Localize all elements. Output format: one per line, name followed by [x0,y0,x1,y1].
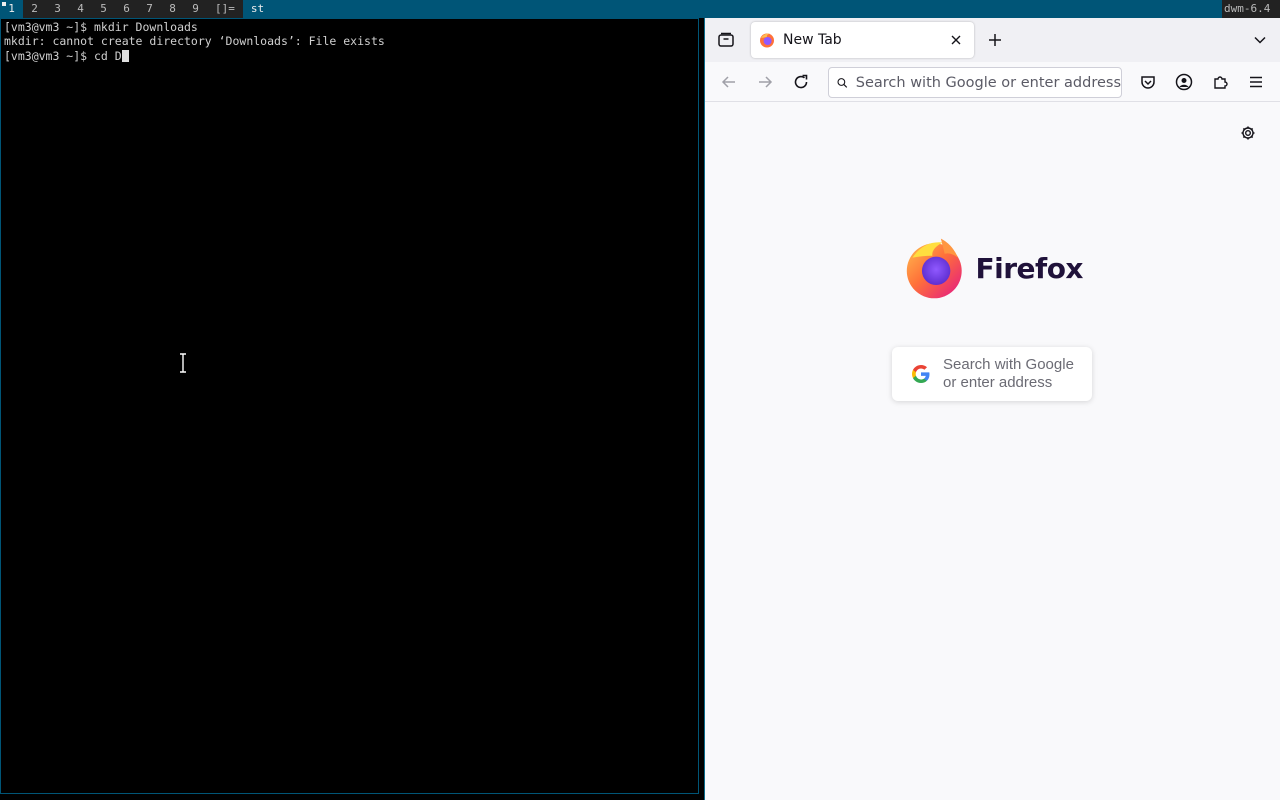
personalize-button[interactable] [1235,120,1261,146]
terminal-line: mkdir: cannot create directory ‘Download… [4,34,385,49]
new-tab-page: Firefox Search with Google or enter addr… [705,102,1280,800]
occupied-indicator [2,2,6,6]
pocket-button[interactable] [1134,68,1162,96]
reload-button[interactable] [787,68,815,96]
hamburger-menu-icon [1250,76,1262,88]
tag-label: 6 [123,2,130,15]
terminal-prompt-line[interactable]: [vm3@vm3 ~]$ cd D [1,49,698,63]
arrow-right-icon [759,76,773,88]
tag-label: 8 [169,2,176,15]
tag-label: 5 [100,2,107,15]
firefox-wordmark: Firefox [975,251,1083,285]
tag-6[interactable]: 6 [115,0,138,18]
tag-label: 4 [77,2,84,15]
terminal-line-text: [vm3@vm3 ~]$ cd D [4,48,122,63]
ibeam-cursor-icon [180,353,186,373]
tab-strip: New Tab [705,18,1280,62]
terminal-window[interactable]: [vm3@vm3 ~]$ mkdir Downloads mkdir: cann… [0,18,699,794]
extensions-button[interactable] [1206,68,1234,96]
layout-symbol[interactable]: []= [207,0,243,18]
url-bar[interactable]: Search with Google or enter address [828,67,1122,98]
chevron-down-icon [1254,36,1266,44]
tag-label: 9 [192,2,199,15]
tag-label: 2 [31,2,38,15]
new-tab-button[interactable] [981,26,1009,54]
new-tab-search-box[interactable]: Search with Google or enter address [892,347,1092,401]
tag-3[interactable]: 3 [46,0,69,18]
terminal-line: [vm3@vm3 ~]$ mkdir Downloads [4,20,198,34]
forward-button[interactable] [751,68,779,96]
firefox-view-icon [718,32,734,47]
tag-label: 1 [8,2,15,15]
nav-toolbar: Search with Google or enter address [705,62,1280,102]
tag-label: 3 [54,2,61,15]
google-icon [912,365,930,383]
pocket-icon [1141,76,1155,89]
search-placeholder: Search with Google or enter address [943,356,1074,391]
tab-title: New Tab [783,32,842,48]
puzzle-icon [1214,76,1228,89]
tag-label: 7 [146,2,153,15]
list-all-tabs-button[interactable] [1246,26,1274,54]
firefox-logo: Firefox [903,233,1083,303]
gear-icon [1241,126,1255,140]
tag-7[interactable]: 7 [138,0,161,18]
arrow-left-icon [721,76,735,88]
app-menu-button[interactable] [1242,68,1270,96]
tag-9[interactable]: 9 [184,0,207,18]
tab-new-tab[interactable]: New Tab [751,22,974,58]
dwm-bar: 1 2 3 4 5 6 7 8 9 []= st dwm-6.4 [0,0,1280,18]
search-icon [837,77,848,88]
firefox-tab-icon [760,33,774,48]
plus-icon [989,34,1001,46]
tag-5[interactable]: 5 [92,0,115,18]
tab-close-button[interactable] [944,28,968,52]
account-button[interactable] [1170,68,1198,96]
firefox-view-button[interactable] [712,26,740,54]
back-button[interactable] [715,68,743,96]
text-cursor [121,49,129,62]
status-text[interactable]: dwm-6.4 [1222,0,1280,18]
window-title[interactable]: st [243,0,1222,18]
tag-4[interactable]: 4 [69,0,92,18]
reload-icon [794,74,808,89]
tag-1[interactable]: 1 [0,0,23,18]
firefox-logo-icon [906,238,962,299]
tag-2[interactable]: 2 [23,0,46,18]
browser-window: New Tab Search with Google or enter addr… [704,18,1280,800]
account-icon [1175,73,1193,91]
tag-8[interactable]: 8 [161,0,184,18]
close-icon [951,35,961,45]
url-bar-placeholder: Search with Google or enter address [855,74,1121,91]
